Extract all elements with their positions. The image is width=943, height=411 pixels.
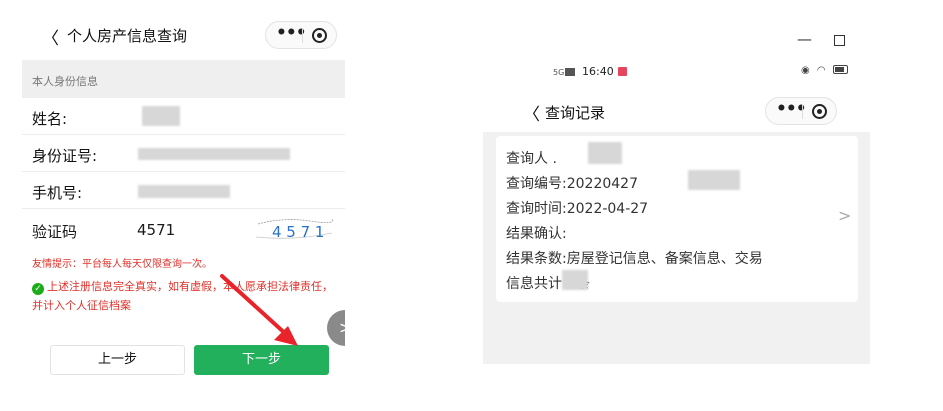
housing-query-form-screen: 〈 个人房产信息查询 ••• 本人身份信息 姓名: 身份证号: 手机号: 验证码… — [22, 6, 345, 380]
redacted-person — [588, 142, 622, 164]
record-number: 查询编号:20220427 — [506, 176, 638, 192]
name-field-row[interactable]: 姓名: — [22, 98, 345, 135]
captcha-text: 4 5 7 1 — [272, 223, 324, 241]
previous-step-button[interactable]: 上一步 — [50, 345, 185, 375]
screenshot-stage: 〈 个人房产信息查询 ••• 本人身份信息 姓名: 身份证号: 手机号: 验证码… — [0, 0, 943, 411]
redacted-count — [562, 270, 588, 290]
agreement-text: 上述注册信息完全真实，如有虚假，本人愿承担法律责任，并计入个人征信档案 — [32, 280, 333, 312]
record-person: 查询人 . — [506, 151, 557, 167]
top-nav-bar: 〈 个人房产信息查询 ••• — [22, 6, 345, 60]
agreement-statement[interactable]: ✓ 上述注册信息完全真实，如有虚假，本人愿承担法律责任，并计入个人征信档案 — [32, 277, 337, 315]
page-title: 查询记录 — [545, 104, 606, 122]
back-icon[interactable]: 〈 — [523, 100, 540, 125]
section-title: 本人身份信息 — [32, 75, 98, 88]
status-time: 16:40 — [582, 65, 614, 78]
mini-program-capsule: ••• — [765, 97, 837, 125]
back-icon[interactable]: 〈 — [42, 24, 59, 49]
page-title: 个人房产信息查询 — [67, 27, 188, 45]
verification-code-row: 验证码 4571 4 5 7 1 — [22, 209, 345, 249]
checkmark-icon[interactable]: ✓ — [32, 283, 44, 295]
query-record-card[interactable]: 查询人 . 查询编号:20220427 查询时间:2022-04-27 结果确认… — [496, 136, 858, 302]
tips-area: 友情提示：平台每人每天仅限查询一次。 ✓ 上述注册信息完全真实，如有虚假，本人愿承… — [22, 249, 345, 341]
redacted-id-number — [138, 148, 290, 160]
section-header: 本人身份信息 — [22, 60, 345, 98]
notification-icon — [618, 67, 627, 76]
capsule-divider — [802, 104, 803, 119]
signal-icon: 5G — [553, 68, 576, 77]
redacted-number — [688, 170, 740, 190]
record-confirm: 结果确认: — [506, 226, 567, 242]
capsule-divider — [302, 28, 303, 43]
maximize-icon[interactable] — [834, 35, 845, 46]
id-number-field-row[interactable]: 身份证号: — [22, 135, 345, 172]
battery-icon — [832, 65, 848, 74]
next-step-button[interactable]: 下一步 — [194, 345, 329, 375]
friendly-tip: 友情提示：平台每人每天仅限查询一次。 — [32, 259, 212, 270]
phone-status-bar: 5G 16:40 ◉ ◠ — [483, 54, 870, 90]
verification-code-label: 验证码 — [32, 223, 78, 241]
chevron-right-icon[interactable]: > — [838, 206, 851, 225]
status-icons: ◉ ◠ — [801, 65, 848, 76]
phone-label: 手机号: — [32, 184, 83, 202]
bottom-action-bar: 上一步 下一步 — [22, 341, 345, 380]
minimize-icon[interactable]: — — [797, 30, 812, 48]
query-record-window: — 5G 16:40 ◉ ◠ 〈 查询记录 ••• 查询人 . 查询编号:202… — [483, 28, 870, 364]
close-miniprogram-icon[interactable] — [812, 104, 827, 119]
name-label: 姓名: — [32, 110, 68, 128]
captcha-image[interactable]: 4 5 7 1 — [254, 215, 334, 243]
phone-field-row[interactable]: 手机号: — [22, 172, 345, 209]
verification-code-input[interactable]: 4571 — [137, 221, 175, 239]
top-nav-bar: 〈 查询记录 ••• — [483, 90, 870, 132]
id-number-label: 身份证号: — [32, 147, 98, 165]
redacted-phone — [138, 185, 230, 198]
close-miniprogram-icon[interactable] — [312, 28, 327, 43]
window-title-bar: — — [483, 28, 870, 54]
record-count: 结果条数:房屋登记信息、备案信息、交易 — [506, 251, 763, 267]
record-time: 查询时间:2022-04-27 — [506, 201, 649, 217]
mini-program-capsule: ••• — [265, 21, 337, 49]
redacted-name — [142, 106, 180, 126]
